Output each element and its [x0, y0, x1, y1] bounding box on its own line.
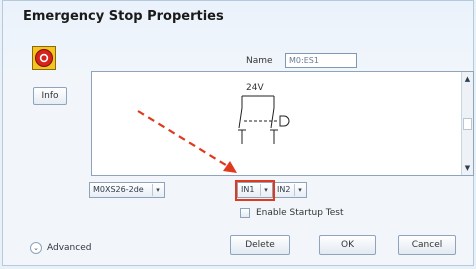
- circuit-diagram-panel: 24V ▲ ▼: [91, 71, 474, 176]
- diagram-scrollbar[interactable]: ▲ ▼: [461, 72, 473, 175]
- module-select[interactable]: M0XS26-2de ▾: [89, 182, 165, 198]
- emergency-stop-icon: [35, 49, 53, 67]
- switch-schematic: 24V: [238, 83, 290, 144]
- chevron-down-icon[interactable]: ▾: [152, 184, 163, 196]
- scroll-thumb[interactable]: [463, 118, 472, 130]
- scroll-down-icon[interactable]: ▼: [463, 162, 472, 174]
- annotation-highlight-box: [235, 180, 275, 201]
- dialog-title: Emergency Stop Properties: [23, 9, 224, 24]
- estop-icon-button[interactable]: [32, 46, 56, 70]
- name-field[interactable]: M0:ES1: [285, 53, 357, 68]
- startup-test-label: Enable Startup Test: [256, 208, 344, 218]
- chevron-down-icon[interactable]: ▾: [294, 184, 305, 196]
- delete-button[interactable]: Delete: [230, 235, 290, 255]
- input-b-select[interactable]: IN2 ▾: [273, 182, 307, 198]
- voltage-label: 24V: [246, 83, 264, 93]
- properties-dialog: Emergency Stop Properties Info Name M0:E…: [2, 0, 474, 266]
- input-b-value: IN2: [277, 185, 291, 194]
- module-select-value: M0XS26-2de: [93, 185, 144, 194]
- advanced-toggle[interactable]: ⌄ Advanced: [30, 242, 91, 254]
- chevron-down-circle-icon[interactable]: ⌄: [30, 242, 42, 254]
- ok-button[interactable]: OK: [319, 235, 376, 255]
- name-label: Name: [246, 56, 273, 66]
- advanced-label: Advanced: [47, 243, 92, 253]
- startup-test-checkbox[interactable]: [240, 208, 250, 218]
- cancel-button[interactable]: Cancel: [398, 235, 456, 255]
- info-button[interactable]: Info: [33, 87, 67, 105]
- scroll-up-icon[interactable]: ▲: [463, 73, 472, 85]
